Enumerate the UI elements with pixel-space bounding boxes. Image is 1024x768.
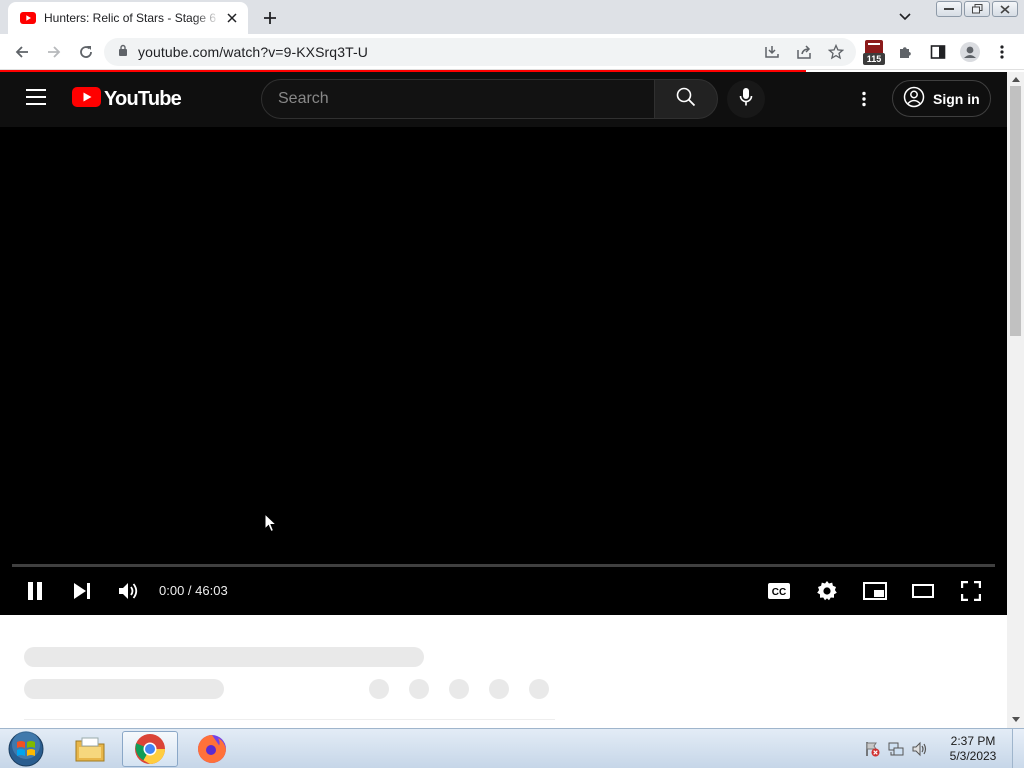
action-placeholder [449,679,469,699]
network-icon[interactable] [888,741,904,762]
browser-tab[interactable]: Hunters: Relic of Stars - Stage 6 - [8,2,248,34]
search-icon [676,87,696,112]
lock-icon [118,43,128,61]
time-display: 0:00 / 46:03 [159,583,228,598]
firefox-icon[interactable] [184,731,240,767]
new-tab-icon[interactable] [258,6,282,30]
address-bar[interactable]: youtube.com/watch?v=9-KXSrq3T-U [104,38,856,66]
theater-mode-icon[interactable] [905,575,941,607]
volume-icon[interactable] [111,575,147,607]
fullscreen-icon[interactable] [953,575,989,607]
file-explorer-icon[interactable] [62,731,118,767]
bookmark-star-icon[interactable] [824,40,848,64]
reload-icon[interactable] [74,40,98,64]
clock-date: 5/3/2023 [949,749,997,763]
windows-taskbar: 2:37 PM 5/3/2023 [0,728,1024,768]
settings-more-icon[interactable] [852,87,876,111]
scrollbar-thumb[interactable] [1010,86,1021,336]
divider [24,719,555,720]
action-placeholder [409,679,429,699]
extensions-puzzle-icon[interactable] [894,40,918,64]
svg-text:CC: CC [772,587,786,598]
window-controls [936,1,1018,17]
search-box [261,79,655,119]
page-scrollbar[interactable] [1007,72,1024,728]
next-video-icon[interactable] [64,575,100,607]
show-desktop-button[interactable] [1012,729,1024,768]
youtube-logo-text: YouTube [104,88,182,110]
extension-badge-count: 115 [863,53,885,65]
action-placeholder [369,679,389,699]
clock-time: 2:37 PM [950,734,996,748]
calendar-extension-icon[interactable]: 115 [863,40,885,66]
sign-in-button[interactable]: Sign in [892,80,991,117]
voice-search-button[interactable] [727,80,765,118]
scroll-down-arrow-icon[interactable] [1011,715,1020,724]
pause-icon[interactable] [17,575,53,607]
title-placeholder [24,647,424,667]
mouse-cursor-icon [264,512,278,538]
subtitles-cc-icon[interactable]: CC [761,575,797,607]
youtube-favicon-icon [20,10,36,26]
search-button[interactable] [654,79,718,119]
tab-strip: Hunters: Relic of Stars - Stage 6 - [0,0,1024,34]
search-input[interactable] [262,80,654,118]
install-app-icon[interactable] [760,40,784,64]
miniplayer-icon[interactable] [857,575,893,607]
sign-in-label: Sign in [933,90,980,107]
video-info-skeleton [0,615,1007,728]
profile-avatar-icon[interactable] [958,40,982,64]
account-circle-icon [903,86,925,111]
action-center-flag-icon[interactable] [864,741,880,762]
restore-icon[interactable] [964,1,990,17]
share-icon[interactable] [792,40,816,64]
chrome-taskbar-icon[interactable] [122,731,178,767]
guide-menu-icon[interactable] [26,89,46,109]
forward-icon[interactable] [42,40,66,64]
speaker-volume-icon[interactable] [912,741,928,762]
progress-bar[interactable] [12,564,995,567]
tab-close-icon[interactable] [224,10,240,26]
start-orb-icon[interactable] [6,730,46,768]
back-icon[interactable] [10,40,34,64]
tab-search-chevron-icon[interactable] [894,6,916,28]
screen: Hunters: Relic of Stars - Stage 6 - yout… [0,0,1024,768]
taskbar-clock[interactable]: 2:37 PM 5/3/2023 [940,734,1006,764]
youtube-logo[interactable]: YouTube [72,87,182,112]
settings-gear-icon[interactable] [809,575,845,607]
close-window-icon[interactable] [992,1,1018,17]
youtube-masthead: YouTube Sign in [0,72,1007,127]
scroll-up-arrow-icon[interactable] [1011,75,1020,84]
minimize-icon[interactable] [936,1,962,17]
youtube-play-logo-icon [72,87,101,112]
system-tray [864,741,928,762]
action-placeholder [489,679,509,699]
side-panel-icon[interactable] [926,40,950,64]
video-player[interactable]: 0:00 / 46:03 CC [0,127,1007,615]
action-placeholder [529,679,549,699]
channel-placeholder [24,679,224,699]
tab-title: Hunters: Relic of Stars - Stage 6 - [44,11,220,25]
chrome-menu-icon[interactable] [990,40,1014,64]
url-text: youtube.com/watch?v=9-KXSrq3T-U [138,44,368,60]
microphone-icon [739,87,753,112]
